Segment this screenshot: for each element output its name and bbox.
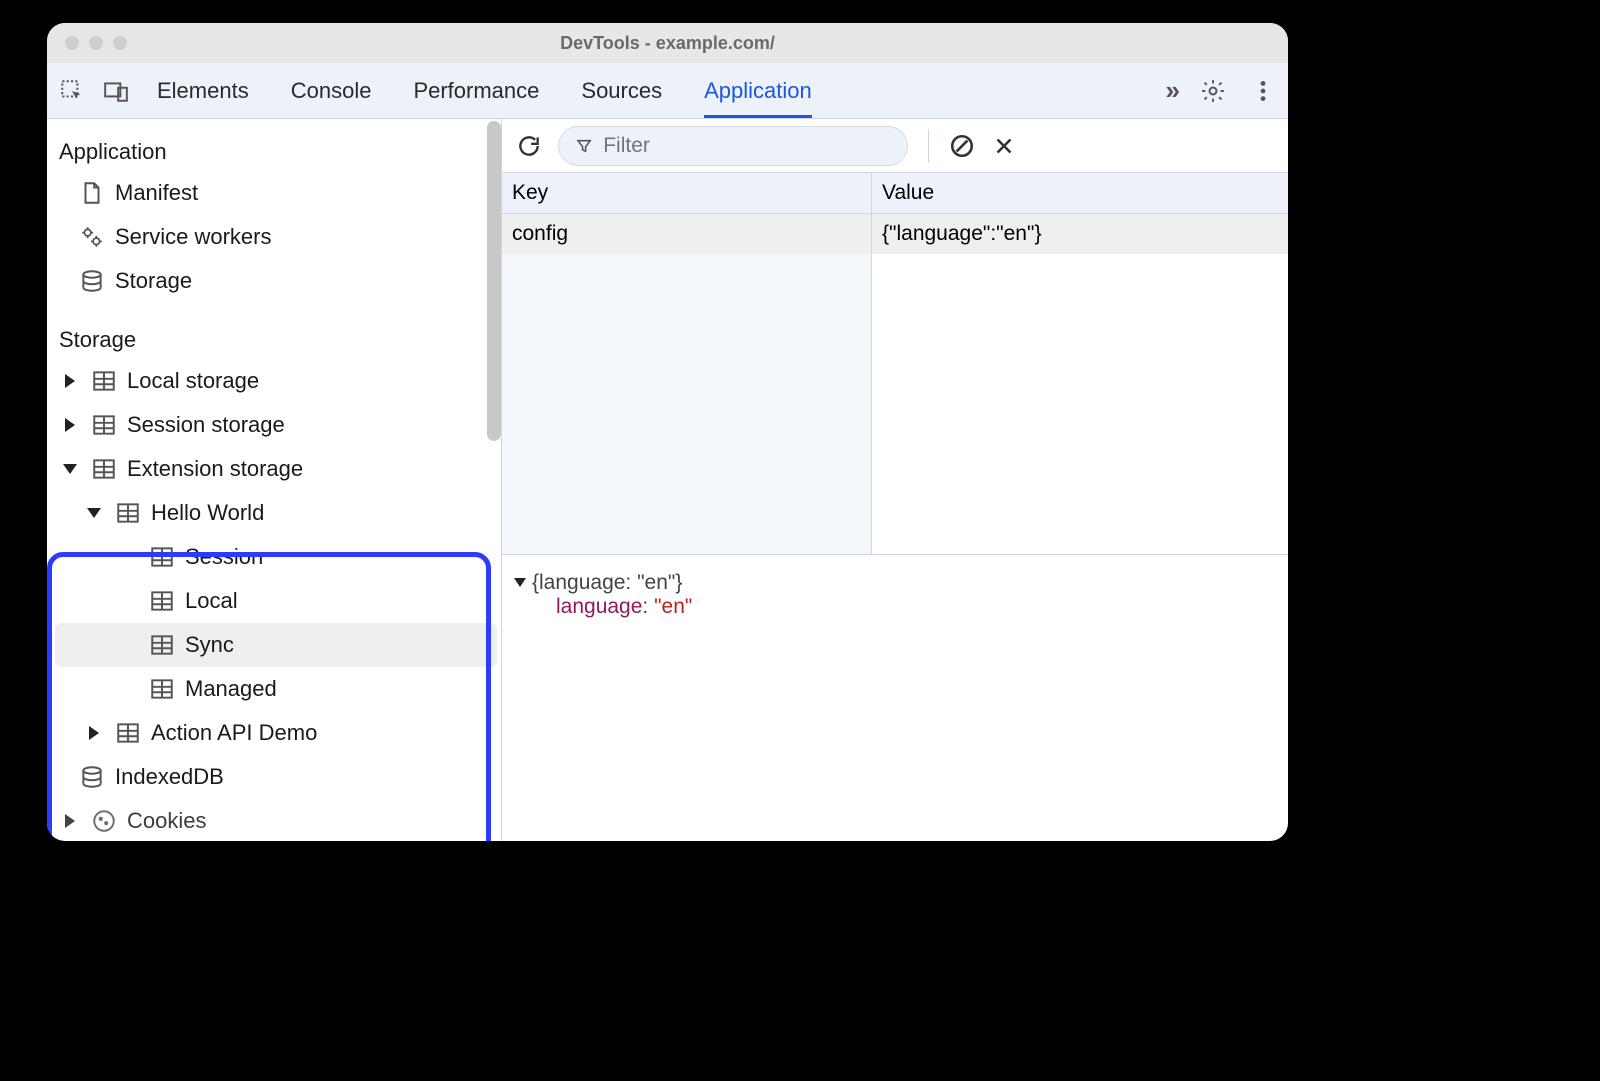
table-icon — [91, 412, 117, 438]
sidebar-item-service-workers[interactable]: Service workers — [55, 215, 497, 259]
table-icon — [91, 456, 117, 482]
table-icon — [115, 500, 141, 526]
sidebar-item-managed[interactable]: Managed — [55, 667, 497, 711]
expand-icon[interactable] — [83, 726, 105, 740]
storage-toolbar — [502, 119, 1288, 173]
sidebar-item-cookies[interactable]: Cookies — [55, 799, 497, 841]
sidebar-item-action-api-demo[interactable]: Action API Demo — [55, 711, 497, 755]
tab-console[interactable]: Console — [291, 64, 372, 118]
label: Cookies — [127, 808, 206, 834]
label: Extension storage — [127, 456, 303, 482]
label: Local — [185, 588, 238, 614]
filter-input[interactable] — [603, 134, 891, 158]
more-tabs-icon[interactable]: » — [1166, 75, 1176, 106]
file-icon — [79, 180, 105, 206]
label: Session storage — [127, 412, 285, 438]
expand-icon[interactable] — [59, 814, 81, 828]
sidebar-item-manifest[interactable]: Manifest — [55, 171, 497, 215]
preview-summary[interactable]: {language: "en"} — [514, 571, 1276, 595]
tab-performance[interactable]: Performance — [413, 64, 539, 118]
filter-field[interactable] — [558, 126, 908, 166]
sidebar-item-storage[interactable]: Storage — [55, 259, 497, 303]
collapse-icon[interactable] — [83, 508, 105, 518]
devtools-tabbar: Elements Console Performance Sources Applica… — [47, 63, 1288, 119]
table-icon — [149, 544, 175, 570]
table-icon — [149, 588, 175, 614]
gears-icon — [79, 224, 105, 250]
section-application: Application — [55, 131, 497, 171]
label: Managed — [185, 676, 277, 702]
storage-panel: Key Value config {"language":"en"} {lang… — [502, 119, 1288, 841]
inspect-element-icon[interactable] — [59, 78, 85, 104]
database-icon — [79, 764, 105, 790]
label: Session — [185, 544, 263, 570]
gear-icon[interactable] — [1200, 78, 1226, 104]
device-toolbar-icon[interactable] — [103, 78, 129, 104]
label: Action API Demo — [151, 720, 317, 746]
tab-application[interactable]: Application — [704, 64, 812, 118]
tab-elements[interactable]: Elements — [157, 64, 249, 118]
table-icon — [115, 720, 141, 746]
sidebar-item-sync[interactable]: Sync — [55, 623, 497, 667]
cookie-icon — [91, 808, 117, 834]
label: Sync — [185, 632, 234, 658]
label: Local storage — [127, 368, 259, 394]
table-icon — [91, 368, 117, 394]
section-storage: Storage — [55, 319, 497, 359]
cell-value: {"language":"en"} — [872, 214, 1288, 254]
label: Service workers — [115, 224, 271, 250]
label: IndexedDB — [115, 764, 224, 790]
refresh-icon[interactable] — [516, 133, 542, 159]
filter-icon — [575, 136, 593, 156]
sidebar-item-hello-world[interactable]: Hello World — [55, 491, 497, 535]
window-title: DevTools - example.com/ — [47, 33, 1288, 54]
label: Hello World — [151, 500, 264, 526]
devtools-window: DevTools - example.com/ Elements Console P… — [47, 23, 1288, 841]
expand-icon[interactable] — [59, 374, 81, 388]
table-icon — [149, 676, 175, 702]
storage-table: Key Value config {"language":"en"} — [502, 173, 1288, 555]
sidebar-item-session[interactable]: Session — [55, 535, 497, 579]
separator — [928, 129, 929, 163]
clear-all-icon[interactable] — [949, 133, 975, 159]
titlebar: DevTools - example.com/ — [47, 23, 1288, 63]
database-icon — [79, 268, 105, 294]
col-key[interactable]: Key — [502, 173, 872, 213]
preview-property[interactable]: language: "en" — [514, 595, 1276, 619]
value-preview: {language: "en"} language: "en" — [502, 555, 1288, 635]
sidebar-item-indexeddb[interactable]: IndexedDB — [55, 755, 497, 799]
collapse-icon[interactable] — [514, 578, 526, 587]
cell-key: config — [502, 214, 872, 254]
scrollbar-thumb[interactable] — [487, 121, 501, 441]
label: Storage — [115, 268, 192, 294]
collapse-icon[interactable] — [59, 464, 81, 474]
table-row[interactable]: config {"language":"en"} — [502, 214, 1288, 254]
kebab-menu-icon[interactable] — [1250, 78, 1276, 104]
delete-selected-icon[interactable] — [991, 133, 1017, 159]
table-empty-area — [502, 254, 1288, 554]
tab-sources[interactable]: Sources — [581, 64, 662, 118]
expand-icon[interactable] — [59, 418, 81, 432]
table-icon — [149, 632, 175, 658]
sidebar-item-local[interactable]: Local — [55, 579, 497, 623]
sidebar-item-local-storage[interactable]: Local storage — [55, 359, 497, 403]
label: Manifest — [115, 180, 198, 206]
sidebar-item-session-storage[interactable]: Session storage — [55, 403, 497, 447]
sidebar-item-extension-storage[interactable]: Extension storage — [55, 447, 497, 491]
col-value[interactable]: Value — [872, 173, 1288, 213]
application-sidebar: Application Manifest Service workers Sto… — [47, 119, 502, 841]
